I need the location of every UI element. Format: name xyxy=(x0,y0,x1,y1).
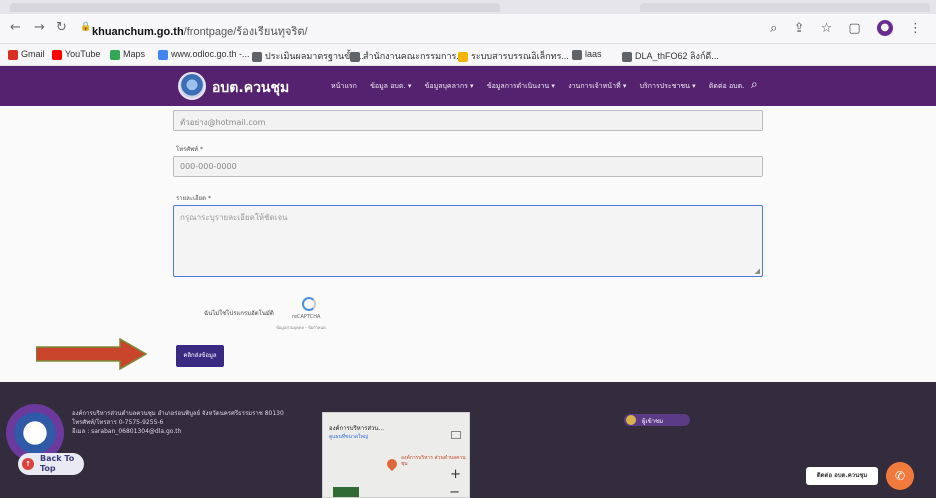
back-icon[interactable]: ← xyxy=(10,20,21,35)
url-path: /frontpage/ร้องเรียนทุจริต/ xyxy=(183,26,308,38)
bookmark-laas[interactable]: laas xyxy=(572,49,602,60)
embedded-map[interactable]: องค์การบริหารส่วน... ดูแผนที่ขนาดใหญ่ อง… xyxy=(322,412,470,498)
chat-bubble-icon[interactable]: ✆ xyxy=(886,462,914,490)
phone-field[interactable]: 000-000-0000 xyxy=(173,156,763,177)
visitor-icon xyxy=(626,415,636,425)
saraban-icon xyxy=(458,51,468,62)
menu-item-operations[interactable]: ข้อมูลการดำเนินงาน ▾ xyxy=(487,82,555,90)
bookmark-dla[interactable]: DLA_thFO62 ลิงก์ดี... xyxy=(622,49,719,63)
maps-icon xyxy=(110,49,120,60)
zoom-icon[interactable]: ⌕ xyxy=(770,21,777,36)
arrow-up-icon: ↑ xyxy=(22,458,34,470)
address-line: องค์การบริหารส่วนตำบลควนชุม อำเภอร่อนพิบ… xyxy=(72,410,284,417)
bookmark-label: DLA_thFO62 ลิงก์ดี... xyxy=(635,51,719,61)
bookmark-label: laas xyxy=(585,49,602,59)
main-menu: หน้าแรก ข้อมูล อบต. ▾ ข้อมูลบุคลากร ▾ ข้… xyxy=(331,81,755,92)
phone-line: โทรศัพท์/โทรสาร 0-7575-9255-6 xyxy=(72,419,164,426)
site-footer: องค์การบริหารส่วนตำบลควนชุม อำเภอร่อนพิบ… xyxy=(0,382,936,498)
contact-button[interactable]: ติดต่อ อบต.ควนชุม xyxy=(806,467,878,485)
back-to-top-button[interactable]: ↑ Back To Top xyxy=(18,453,84,475)
bookmark-gmail[interactable]: Gmail xyxy=(8,49,45,60)
bookmark-label: Gmail xyxy=(21,49,45,59)
bookmark-label: ระบบสารบรรณอิเล็กทร... xyxy=(471,51,569,61)
forward-icon[interactable]: → xyxy=(34,20,45,35)
complaint-form: ตัวอย่าง@hotmail.com โทรศัพท์ * 000-000-… xyxy=(0,106,936,382)
bookmarks-bar: Gmail YouTube Maps www.odloc.go.th -... … xyxy=(0,44,936,66)
zoom-out-icon[interactable]: − xyxy=(449,485,460,498)
search-icon[interactable]: ⌕ xyxy=(751,77,758,92)
url-host: khuanchum.go.th xyxy=(92,26,184,38)
bookmark-standard[interactable]: ประเมินผลมาตรฐานขั้น... xyxy=(252,49,364,63)
lock-icon[interactable]: 🔒 xyxy=(80,22,91,32)
recaptcha-logo-icon xyxy=(302,297,316,311)
detail-label: รายละเอียด * xyxy=(176,195,211,202)
map-expand-icon[interactable] xyxy=(451,431,461,439)
bookmark-office[interactable]: สำนักงานคณะกรรมการ... xyxy=(350,49,464,63)
bookmark-label: www.odloc.go.th -... xyxy=(171,49,250,59)
gmail-icon xyxy=(8,49,18,60)
globe-icon xyxy=(572,49,582,60)
menu-item-services[interactable]: บริการประชาชน ▾ xyxy=(640,82,696,90)
recaptcha-terms[interactable]: ข้อมูลส่วนบุคคล - ข้อกำหนด xyxy=(276,324,326,331)
bookmark-label: Maps xyxy=(123,49,146,59)
map-pin-label: องค์การบริหาร ส่วนตำบลควนชุม xyxy=(401,455,466,467)
resize-handle-icon[interactable]: ◢ xyxy=(755,267,760,275)
reload-icon[interactable]: ↻ xyxy=(56,20,67,35)
map-title: องค์การบริหารส่วน... xyxy=(329,425,385,432)
google-icon xyxy=(158,49,168,60)
email-line: อีเมล : saraban_06801304@dla.go.th xyxy=(72,428,182,435)
more-menu-icon[interactable]: ⋮ xyxy=(909,21,922,36)
map-streetview-thumbnail[interactable] xyxy=(333,487,359,497)
detail-textarea[interactable]: กรุณาระบุรายละเอียดให้ชัดเจน ◢ xyxy=(173,205,763,277)
red-arrow-annotation-icon xyxy=(36,338,148,370)
detail-placeholder: กรุณาระบุรายละเอียดให้ชัดเจน xyxy=(180,213,288,222)
email-field[interactable]: ตัวอย่าง@hotmail.com xyxy=(173,110,763,131)
bookmark-label: YouTube xyxy=(65,49,101,59)
sidepanel-icon[interactable]: ▢ xyxy=(848,21,860,36)
browser-tab[interactable] xyxy=(10,3,500,12)
youtube-icon xyxy=(52,49,62,60)
back-to-top-label: Back To Top xyxy=(40,454,75,473)
map-larger-link[interactable]: ดูแผนที่ขนาดใหญ่ xyxy=(329,433,368,441)
browser-toolbar: ⌕ ⇪ ☆ ▢ ● ⋮ xyxy=(758,20,922,36)
recaptcha-brand: reCAPTCHA xyxy=(292,314,321,320)
map-pin-icon[interactable] xyxy=(384,456,400,472)
menu-item-personnel[interactable]: ข้อมูลบุคลากร ▾ xyxy=(425,82,474,90)
footer-address: องค์การบริหารส่วนตำบลควนชุม อำเภอร่อนพิบ… xyxy=(72,409,284,436)
bookmark-odloc[interactable]: www.odloc.go.th -... xyxy=(158,49,250,60)
site-logo[interactable] xyxy=(178,72,206,100)
visitor-counter-badge: ผู้เข้าชม xyxy=(624,414,690,426)
bookmark-maps[interactable]: Maps xyxy=(110,49,145,60)
visitor-label: ผู้เข้าชม xyxy=(642,418,664,425)
zoom-in-icon[interactable]: + xyxy=(450,467,461,482)
globe-icon xyxy=(622,51,632,62)
browser-address-bar: ← → ↻ 🔒 khuanchum.go.th/frontpage/ร้องเร… xyxy=(0,14,936,44)
site-brand[interactable]: อบต.ควนชุม xyxy=(212,77,289,99)
browser-tab[interactable] xyxy=(640,3,930,12)
menu-item-contact[interactable]: ติดต่อ อบต. xyxy=(709,82,745,90)
menu-item-about[interactable]: ข้อมูล อบต. ▾ xyxy=(370,82,411,90)
share-icon[interactable]: ⇪ xyxy=(794,21,805,36)
bookmark-label: สำนักงานคณะกรรมการ... xyxy=(363,51,464,61)
phone-label: โทรศัพท์ * xyxy=(176,146,204,153)
bookmark-youtube[interactable]: YouTube xyxy=(52,49,100,60)
browser-tab-strip xyxy=(0,0,936,14)
recaptcha-widget: ฉันไม่ใช่โปรแกรมอัตโนมัติ reCAPTCHA ข้อม… xyxy=(196,294,346,332)
globe-icon xyxy=(350,51,360,62)
globe-icon xyxy=(252,51,262,62)
site-header: อบต.ควนชุม หน้าแรก ข้อมูล อบต. ▾ ข้อมูลบ… xyxy=(0,66,936,106)
captcha-checkbox-label[interactable]: ฉันไม่ใช่โปรแกรมอัตโนมัติ xyxy=(204,308,274,318)
menu-item-home[interactable]: หน้าแรก xyxy=(331,82,357,90)
submit-button[interactable]: คลิกส่งข้อมูล xyxy=(176,345,224,367)
url-field[interactable]: khuanchum.go.th/frontpage/ร้องเรียนทุจริ… xyxy=(92,22,308,40)
bookmark-saraban[interactable]: ระบบสารบรรณอิเล็กทร... xyxy=(458,49,569,63)
menu-item-staff[interactable]: งานการเจ้าหน้าที่ ▾ xyxy=(568,82,626,90)
profile-avatar-icon[interactable]: ● xyxy=(876,20,893,36)
bookmark-star-icon[interactable]: ☆ xyxy=(821,21,833,36)
